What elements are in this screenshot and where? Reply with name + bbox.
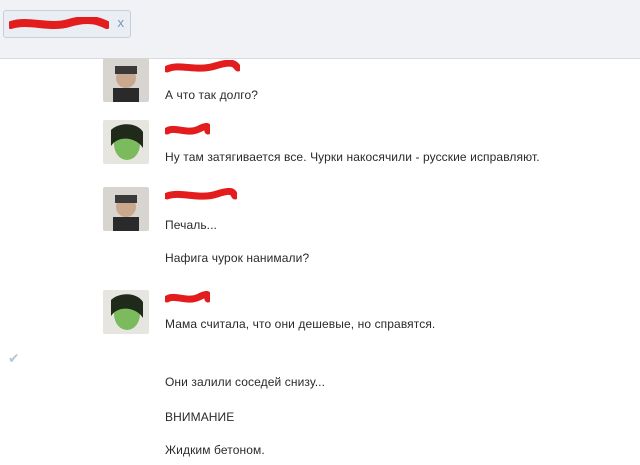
message-text: ВНИМАНИЕ (165, 410, 235, 424)
avatar[interactable] (103, 187, 149, 231)
message-text: Печаль... (165, 218, 217, 232)
message-text: А что так долго? (165, 88, 259, 102)
redaction-scribble (9, 17, 109, 29)
message-text: Ну там затягивается все. Чурки накосячил… (165, 150, 540, 164)
author-name-redacted[interactable] (165, 123, 210, 137)
message-text: Жидким бетоном. (165, 443, 265, 457)
message-text: Они залили соседей снизу... (165, 375, 326, 389)
author-name-redacted[interactable] (165, 60, 240, 74)
avatar[interactable] (103, 58, 149, 102)
close-icon[interactable]: x (118, 15, 125, 30)
avatar[interactable] (103, 120, 149, 164)
author-name-redacted[interactable] (165, 188, 237, 202)
avatar[interactable] (103, 290, 149, 334)
message-text: Мама считала, что они дешевые, но справя… (165, 317, 436, 331)
browser-tab[interactable]: x (3, 10, 131, 38)
message-text: Нафига чурок нанимали? (165, 251, 310, 265)
author-name-redacted[interactable] (165, 291, 210, 305)
top-bar: x (0, 0, 640, 59)
check-icon: ✔ (8, 350, 20, 366)
